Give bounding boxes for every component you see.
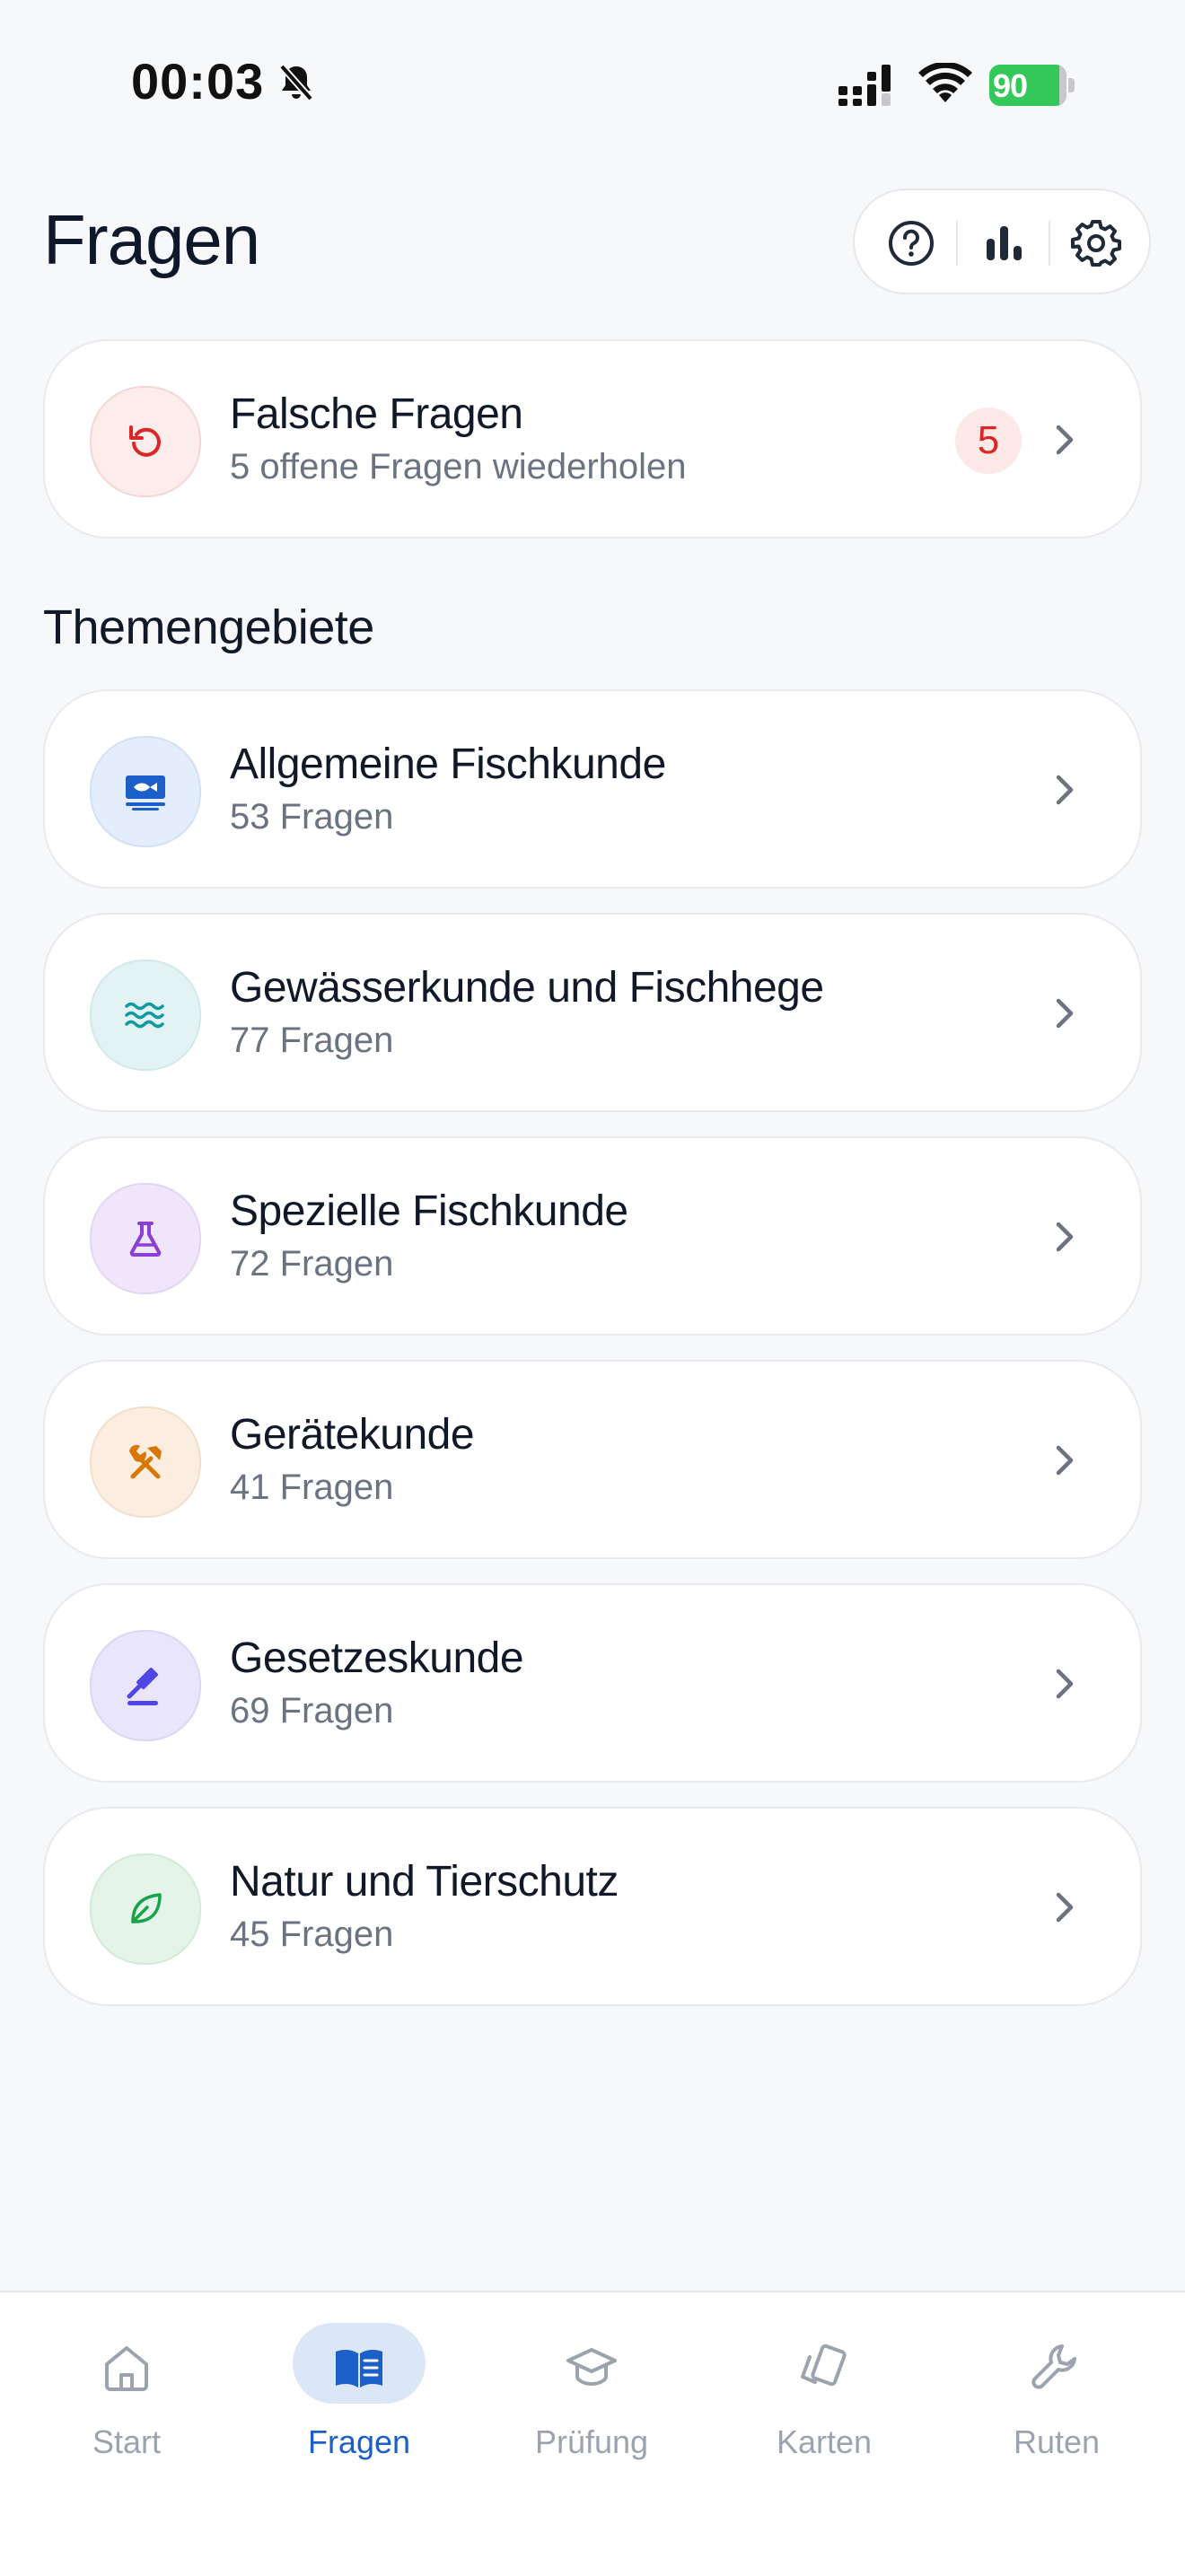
- tab-start[interactable]: Start: [8, 2292, 245, 2472]
- tab-label: Start: [92, 2423, 162, 2460]
- chevron-right-icon: [1056, 1669, 1074, 1699]
- tab-fragen[interactable]: Fragen: [241, 2292, 478, 2472]
- gavel-icon: [90, 1630, 201, 1741]
- topic-title: Allgemeine Fischkunde: [230, 740, 666, 788]
- topic-card-spezielle-fischkunde[interactable]: Spezielle Fischkunde 72 Fragen: [43, 1136, 1142, 1336]
- water-waves-icon: [90, 959, 201, 1071]
- page-title: Fragen: [43, 200, 260, 279]
- bell-muted-icon: [275, 61, 318, 104]
- topic-title: Gesetzeskunde: [230, 1634, 524, 1682]
- topic-card-gewaesserkunde[interactable]: Gewässerkunde und Fischhege 77 Fragen: [43, 913, 1142, 1112]
- status-time: 00:03: [131, 53, 265, 110]
- tab-pruefung[interactable]: Prüfung: [473, 2292, 710, 2472]
- leaf-icon: [90, 1853, 201, 1965]
- wrench-icon: [1031, 2344, 1076, 2389]
- flask-icon: [90, 1183, 201, 1294]
- header-toolbar: [853, 188, 1151, 294]
- topic-card-allgemeine-fischkunde[interactable]: Allgemeine Fischkunde 53 Fragen: [43, 689, 1142, 889]
- graduation-cap-icon: [566, 2348, 617, 2386]
- topic-card-geraetekunde[interactable]: Gerätekunde 41 Fragen: [43, 1360, 1142, 1559]
- retry-icon: [90, 386, 201, 497]
- tab-karten[interactable]: Karten: [706, 2292, 943, 2472]
- cards-icon: [801, 2344, 847, 2387]
- wifi-icon: [917, 61, 973, 104]
- topic-title: Spezielle Fischkunde: [230, 1187, 628, 1235]
- wrong-questions-title: Falsche Fragen: [230, 390, 523, 438]
- tools-icon: [90, 1406, 201, 1518]
- chevron-right-icon: [1056, 998, 1074, 1029]
- topic-card-gesetzeskunde[interactable]: Gesetzeskunde 69 Fragen: [43, 1583, 1142, 1783]
- battery-level: 90: [993, 67, 1028, 104]
- wrong-count-badge: 5: [955, 407, 1022, 474]
- chevron-right-icon: [1056, 1222, 1074, 1252]
- section-title: Themengebiete: [43, 600, 374, 654]
- wrong-questions-subtitle: 5 offene Fragen wiederholen: [230, 447, 687, 486]
- gear-icon: [1071, 220, 1121, 267]
- statistics-button[interactable]: [963, 203, 1044, 284]
- wrong-questions-card[interactable]: Falsche Fragen 5 offene Fragen wiederhol…: [43, 339, 1142, 539]
- battery-icon: 90: [989, 65, 1075, 106]
- settings-button[interactable]: [1056, 203, 1137, 284]
- help-button[interactable]: [871, 203, 952, 284]
- tab-bar: Start Fragen Prüfung Karten Ruten: [0, 2291, 1185, 2576]
- chevron-right-icon: [1056, 1892, 1074, 1923]
- tab-label: Prüfung: [534, 2423, 649, 2460]
- tab-label: Ruten: [1013, 2423, 1101, 2460]
- topic-count: 72 Fragen: [230, 1244, 394, 1284]
- topic-count: 41 Fragen: [230, 1468, 394, 1507]
- bar-chart-icon: [987, 226, 1022, 260]
- topic-title: Natur und Tierschutz: [230, 1858, 619, 1906]
- fish-icon: [90, 736, 201, 847]
- topic-count: 69 Fragen: [230, 1691, 394, 1730]
- chevron-right-icon: [1056, 1445, 1074, 1476]
- chevron-right-icon: [1056, 425, 1074, 455]
- topic-count: 53 Fragen: [230, 797, 394, 837]
- tab-ruten[interactable]: Ruten: [938, 2292, 1175, 2472]
- book-icon: [336, 2349, 382, 2388]
- chevron-right-icon: [1056, 775, 1074, 805]
- help-icon: [889, 221, 934, 266]
- tab-label: Fragen: [307, 2423, 411, 2460]
- topic-count: 77 Fragen: [230, 1021, 394, 1060]
- topic-count: 45 Fragen: [230, 1914, 394, 1954]
- cellular-signal-icon: [838, 65, 900, 106]
- topic-card-natur-tierschutz[interactable]: Natur und Tierschutz 45 Fragen: [43, 1807, 1142, 2006]
- tab-label: Karten: [776, 2423, 873, 2460]
- topic-title: Gerätekunde: [230, 1411, 475, 1459]
- topic-title: Gewässerkunde und Fischhege: [230, 964, 824, 1012]
- home-icon: [105, 2346, 148, 2391]
